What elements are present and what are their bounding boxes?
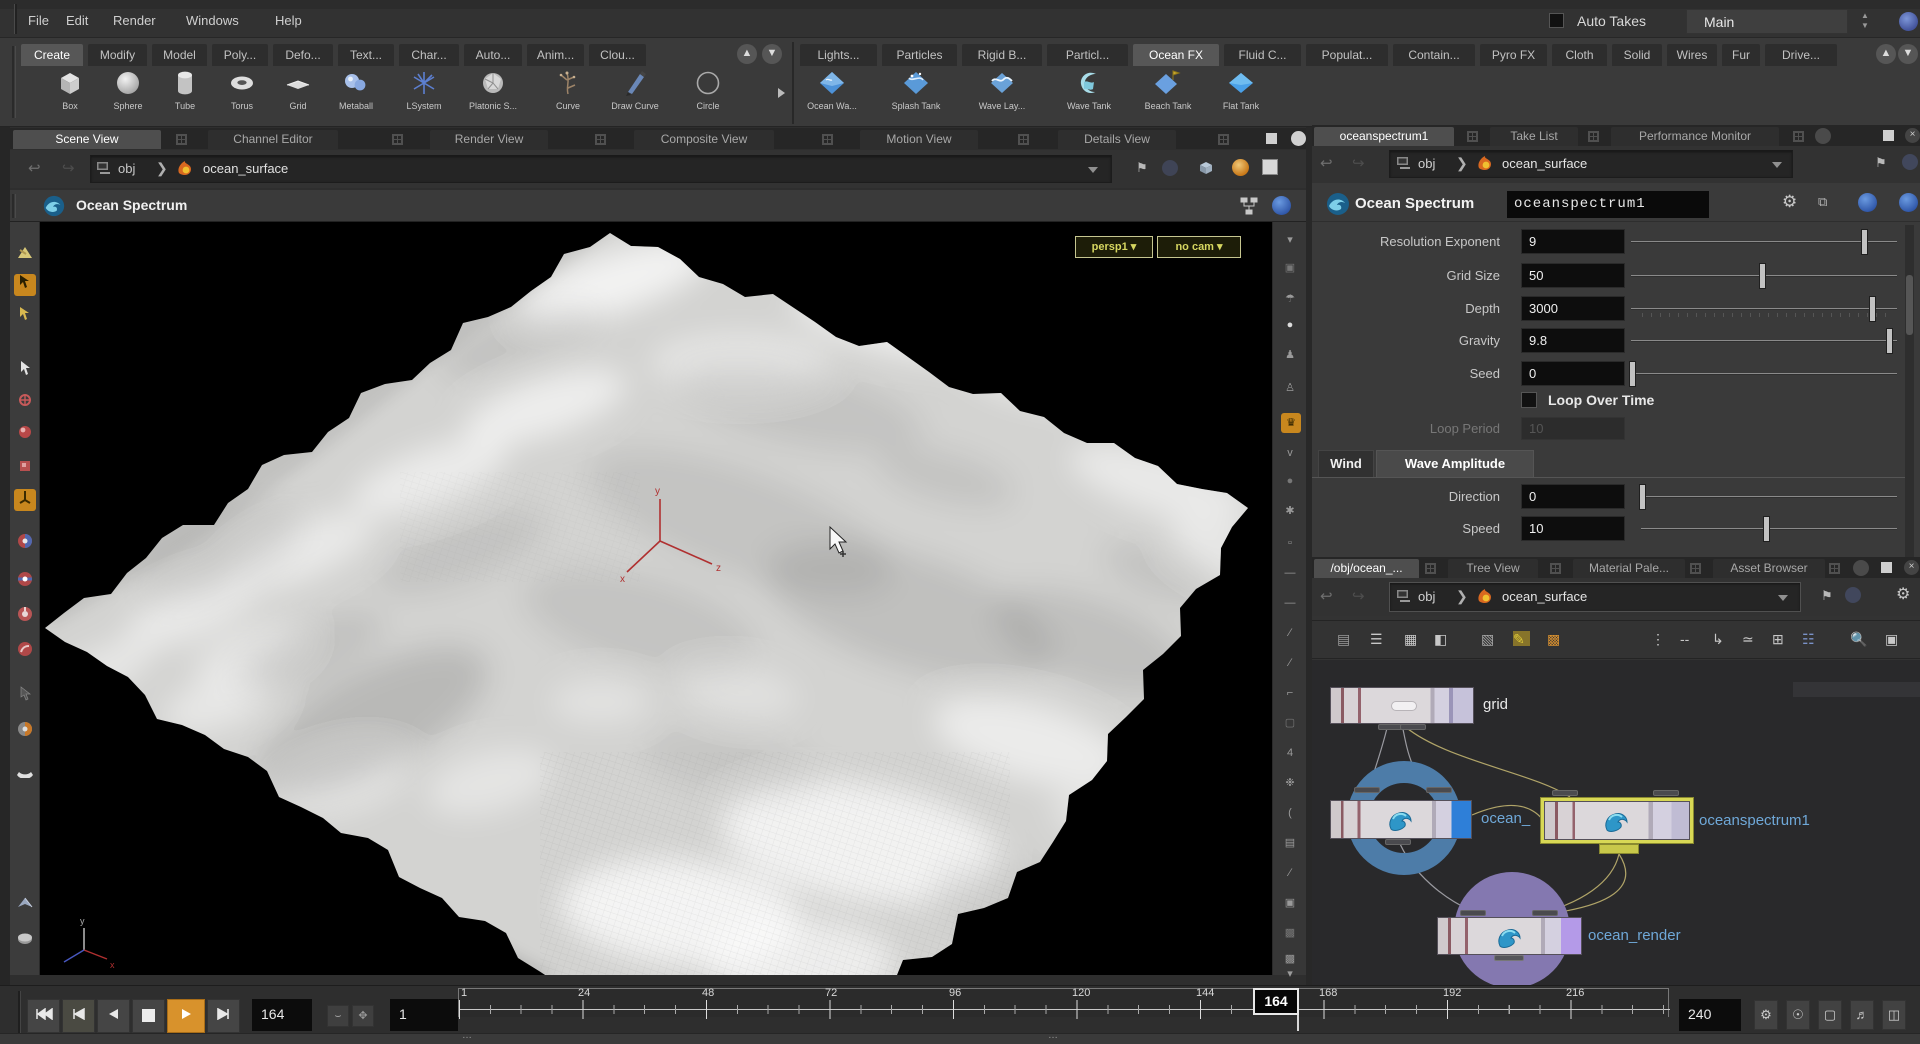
svg-text:y: y — [655, 486, 660, 497]
svg-text:y: y — [80, 916, 85, 926]
svg-text:x: x — [620, 574, 625, 585]
svg-text:x: x — [110, 960, 115, 970]
svg-text:z: z — [716, 563, 721, 574]
